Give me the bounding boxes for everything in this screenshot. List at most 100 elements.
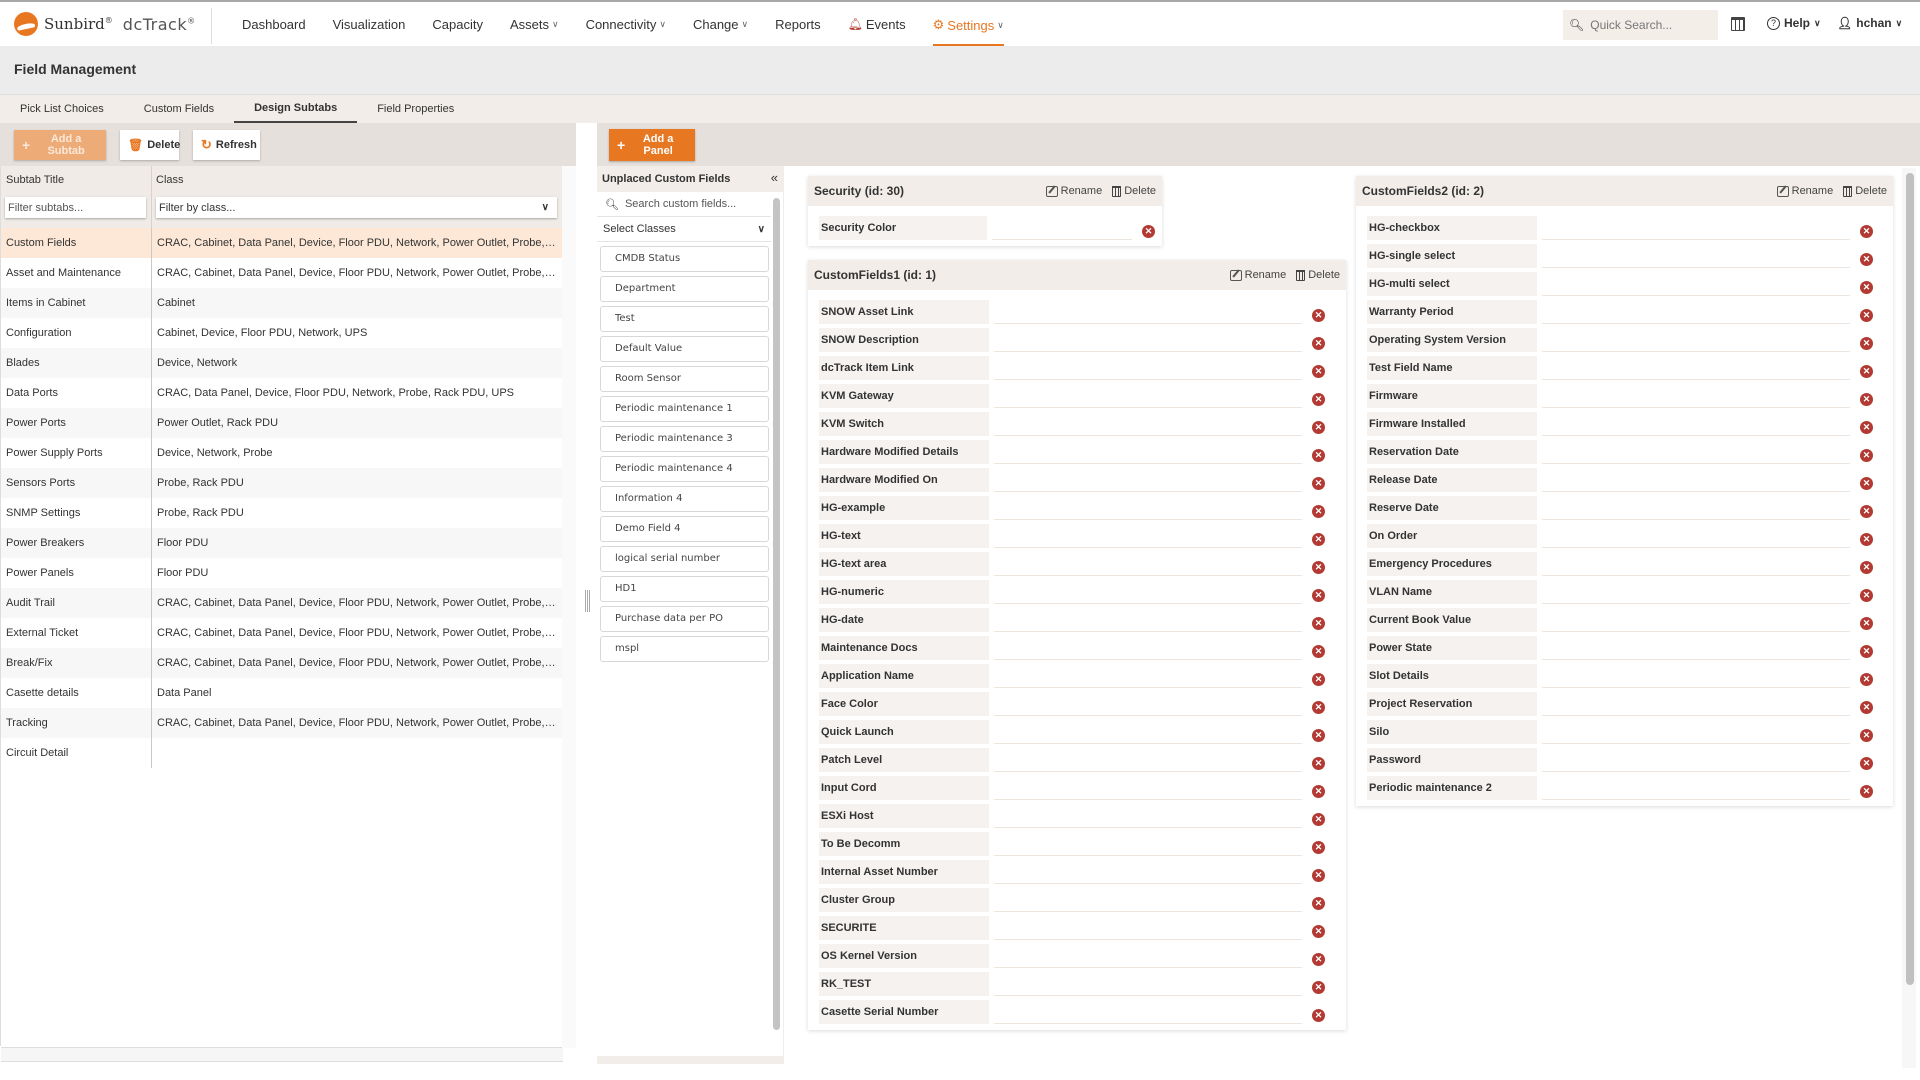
field-value-input[interactable]: [994, 440, 1302, 464]
field-value-input[interactable]: [994, 972, 1302, 996]
table-row[interactable]: Power Breakers Floor PDU: [1, 528, 563, 558]
delete-subtab-button[interactable]: 🗑︎ Delete: [120, 130, 180, 160]
field-label[interactable]: Reservation Date: [1367, 440, 1537, 464]
remove-field-icon[interactable]: ✕: [1312, 924, 1325, 938]
delete-panel-button[interactable]: Delete: [1112, 185, 1156, 197]
remove-field-icon[interactable]: ✕: [1860, 308, 1873, 322]
remove-field-icon[interactable]: ✕: [1860, 672, 1873, 686]
unplaced-field-item[interactable]: Test: [600, 306, 769, 332]
panel-field-row[interactable]: Project Reservation ✕: [1367, 690, 1887, 718]
field-value-input[interactable]: [994, 692, 1302, 716]
field-label[interactable]: Warranty Period: [1367, 300, 1537, 324]
field-label[interactable]: OS Kernel Version: [819, 944, 989, 968]
field-label[interactable]: HG-checkbox: [1367, 216, 1537, 240]
field-label[interactable]: Firmware: [1367, 384, 1537, 408]
table-row[interactable]: Sensors Ports Probe, Rack PDU: [1, 468, 563, 498]
unplaced-field-item[interactable]: HD1: [600, 576, 769, 602]
field-label[interactable]: HG-single select: [1367, 244, 1537, 268]
field-value-input[interactable]: [1542, 692, 1850, 716]
field-value-input[interactable]: [994, 356, 1302, 380]
field-label[interactable]: HG-numeric: [819, 580, 989, 604]
nav-item-assets[interactable]: Assets ∨: [510, 2, 559, 46]
table-row[interactable]: Break/Fix CRAC, Cabinet, Data Panel, Devi…: [1, 648, 563, 678]
field-value-input[interactable]: [994, 860, 1302, 884]
remove-field-icon[interactable]: ✕: [1312, 700, 1325, 714]
field-value-input[interactable]: [994, 804, 1302, 828]
table-row[interactable]: Casette details Data Panel: [1, 678, 563, 708]
field-value-input[interactable]: [1542, 776, 1850, 800]
field-label[interactable]: Slot Details: [1367, 664, 1537, 688]
user-menu[interactable]: 👤︎ hchan ∨: [1837, 16, 1902, 30]
panel-field-row[interactable]: Cluster Group ✕: [819, 886, 1340, 914]
rename-panel-button[interactable]: Rename: [1045, 185, 1102, 197]
remove-field-icon[interactable]: ✕: [1860, 560, 1873, 574]
remove-field-icon[interactable]: ✕: [1312, 448, 1325, 462]
panel-field-row[interactable]: SNOW Asset Link ✕: [819, 298, 1340, 326]
panel-field-row[interactable]: Security Color ✕: [819, 214, 1156, 242]
panel-field-row[interactable]: Password ✕: [1367, 746, 1887, 774]
table-row[interactable]: Audit Trail CRAC, Cabinet, Data Panel, De…: [1, 588, 563, 618]
unplaced-field-item[interactable]: Demo Field 4: [600, 516, 769, 542]
field-value-input[interactable]: [1542, 720, 1850, 744]
remove-field-icon[interactable]: ✕: [1312, 672, 1325, 686]
field-value-input[interactable]: [1542, 608, 1850, 632]
select-classes-dropdown[interactable]: Select Classes ∨: [597, 217, 771, 242]
field-value-input[interactable]: [994, 748, 1302, 772]
remove-field-icon[interactable]: ✕: [1312, 420, 1325, 434]
remove-field-icon[interactable]: ✕: [1860, 252, 1873, 266]
field-value-input[interactable]: [1542, 496, 1850, 520]
page-scrollbar[interactable]: [1902, 168, 1916, 1068]
panel-field-row[interactable]: Hardware Modified On ✕: [819, 466, 1340, 494]
tab-pick-list-choices[interactable]: Pick List Choices: [0, 95, 124, 124]
field-value-input[interactable]: [994, 636, 1302, 660]
nav-item-capacity[interactable]: Capacity: [432, 2, 483, 46]
field-value-input[interactable]: [992, 216, 1132, 240]
field-value-input[interactable]: [994, 328, 1302, 352]
field-label[interactable]: Firmware Installed: [1367, 412, 1537, 436]
panel-field-row[interactable]: HG-date ✕: [819, 606, 1340, 634]
help-menu[interactable]: ? Help ∨: [1767, 16, 1821, 30]
field-label[interactable]: Power State: [1367, 636, 1537, 660]
vertical-scrollbar[interactable]: [562, 166, 576, 1048]
field-value-input[interactable]: [994, 412, 1302, 436]
field-label[interactable]: HG-text: [819, 524, 989, 548]
panel-field-row[interactable]: On Order ✕: [1367, 522, 1887, 550]
nav-item-change[interactable]: Change ∨: [693, 2, 748, 46]
field-label[interactable]: Emergency Procedures: [1367, 552, 1537, 576]
remove-field-icon[interactable]: ✕: [1312, 756, 1325, 770]
table-row[interactable]: Power Panels Floor PDU: [1, 558, 563, 588]
unplaced-scrollbar[interactable]: [773, 198, 780, 1030]
field-value-input[interactable]: [994, 1000, 1302, 1024]
add-panel-button[interactable]: + Add a Panel: [609, 129, 695, 161]
unplaced-field-item[interactable]: Default Value: [600, 336, 769, 362]
field-value-input[interactable]: [1542, 664, 1850, 688]
remove-field-icon[interactable]: ✕: [1312, 728, 1325, 742]
nav-item-events[interactable]: 🔔︎ Events: [848, 2, 906, 46]
field-label[interactable]: VLAN Name: [1367, 580, 1537, 604]
column-divider[interactable]: [151, 166, 152, 228]
panel-field-row[interactable]: SNOW Description ✕: [819, 326, 1340, 354]
field-value-input[interactable]: [994, 832, 1302, 856]
remove-field-icon[interactable]: ✕: [1312, 896, 1325, 910]
field-label[interactable]: HG-date: [819, 608, 989, 632]
field-value-input[interactable]: [994, 720, 1302, 744]
field-value-input[interactable]: [994, 888, 1302, 912]
field-label[interactable]: To Be Decomm: [819, 832, 989, 856]
panel-field-row[interactable]: Power State ✕: [1367, 634, 1887, 662]
calendar-icon[interactable]: [1731, 17, 1745, 31]
filter-class-select[interactable]: Filter by class... ∨: [156, 197, 557, 218]
remove-field-icon[interactable]: ✕: [1312, 784, 1325, 798]
panel-field-row[interactable]: Release Date ✕: [1367, 466, 1887, 494]
field-value-input[interactable]: [1542, 384, 1850, 408]
rename-panel-button[interactable]: Rename: [1776, 185, 1833, 197]
table-row[interactable]: Items in Cabinet Cabinet: [1, 288, 563, 318]
panel-field-row[interactable]: Reservation Date ✕: [1367, 438, 1887, 466]
add-subtab-button[interactable]: + Add a Subtab: [14, 130, 106, 160]
remove-field-icon[interactable]: ✕: [1860, 392, 1873, 406]
table-row[interactable]: Blades Device, Network: [1, 348, 563, 378]
unplaced-field-item[interactable]: Periodic maintenance 4: [600, 456, 769, 482]
field-label[interactable]: Security Color: [819, 216, 987, 240]
search-custom-fields[interactable]: 🔍︎: [597, 192, 771, 217]
unplaced-field-item[interactable]: CMDB Status: [600, 246, 769, 272]
panel-field-row[interactable]: ESXi Host ✕: [819, 802, 1340, 830]
